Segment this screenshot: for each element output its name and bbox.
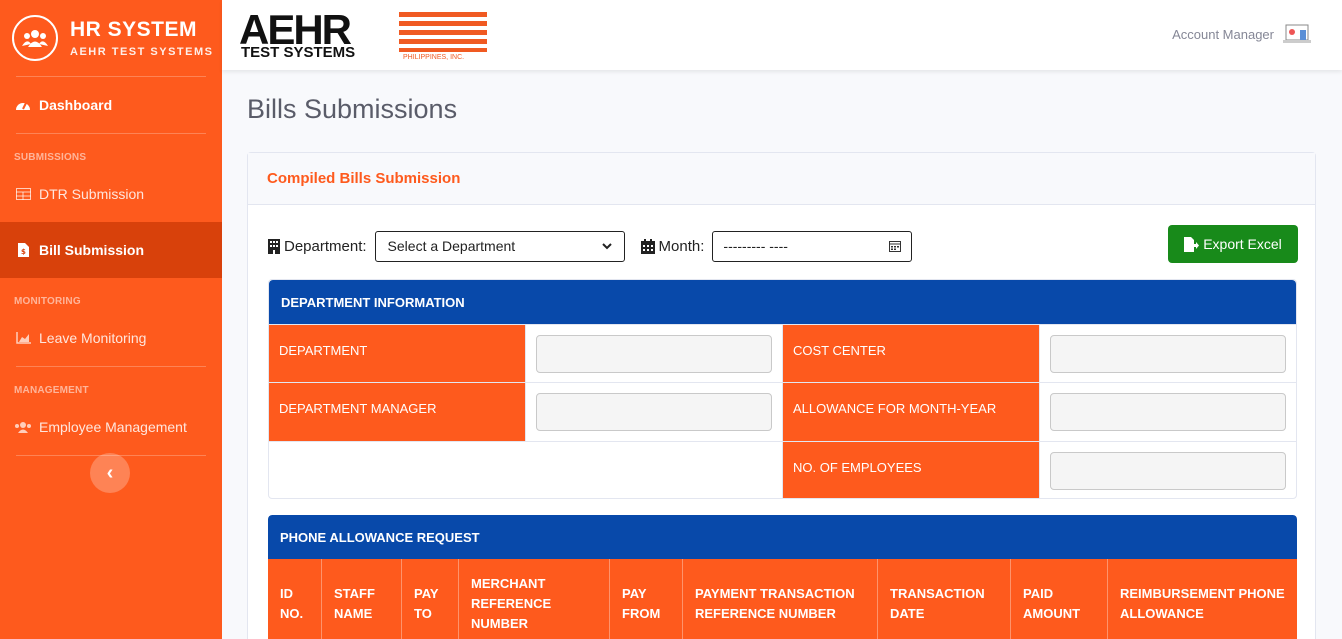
svg-text:PHILIPPINES, INC.: PHILIPPINES, INC.	[403, 54, 464, 61]
department-field[interactable]	[536, 335, 772, 373]
building-icon	[268, 238, 280, 254]
sidebar-item-label: DTR Submission	[39, 186, 145, 202]
department-info-table: DEPARTMENT INFORMATION DEPARTMENT COST C…	[268, 279, 1297, 499]
brand-subtitle: AEHR TEST SYSTEMS	[70, 46, 214, 58]
employees-label: NO. OF EMPLOYEES	[783, 441, 1040, 498]
month-filter-label: Month:	[640, 237, 705, 255]
chevron-left-icon: ‹	[106, 462, 114, 484]
brand-title: HR SYSTEM	[70, 18, 198, 41]
department-select-value: Select a Department	[387, 238, 516, 254]
sidebar-item-employee[interactable]: Employee Management	[0, 399, 222, 455]
account-avatar-icon	[1282, 22, 1312, 46]
sidebar-item-label: Leave Monitoring	[39, 330, 147, 346]
sidebar-item-label: Dashboard	[39, 97, 113, 113]
company-logo[interactable]: AEHR TEST SYSTEMS PHILIPPINES, INC.	[239, 6, 489, 62]
account-menu[interactable]: Account Manager	[1172, 22, 1312, 46]
export-excel-button[interactable]: Export Excel	[1168, 225, 1298, 263]
sidebar-toggle-button[interactable]: ‹	[90, 453, 130, 493]
column-header[interactable]: PAY TO	[402, 559, 459, 639]
calendar-picker-icon[interactable]	[889, 240, 902, 252]
file-invoice-icon: $	[14, 241, 32, 259]
users-icon	[12, 15, 58, 61]
department-manager-field-cell	[526, 382, 783, 441]
topbar: AEHR TEST SYSTEMS PHILIPPINES, INC. Acco…	[222, 0, 1342, 70]
sidebar-brand[interactable]: HR SYSTEM AEHR TEST SYSTEMS	[0, 0, 222, 76]
department-field-cell	[526, 324, 783, 382]
column-header[interactable]: MERCHANT REFERENCE NUMBER	[459, 559, 610, 639]
export-excel-label: Export Excel	[1203, 236, 1282, 252]
sidebar-heading-management: MANAGEMENT	[14, 385, 89, 396]
svg-text:TEST SYSTEMS: TEST SYSTEMS	[241, 44, 355, 61]
sidebar-item-dashboard[interactable]: Dashboard	[0, 77, 222, 133]
chart-area-icon	[14, 329, 32, 347]
svg-text:$: $	[21, 248, 26, 256]
bills-card: Compiled Bills Submission Department: Se…	[247, 152, 1316, 639]
chevron-down-icon	[601, 242, 612, 249]
allowance-label: ALLOWANCE FOR MONTH-YEAR	[783, 382, 1040, 441]
users-cog-icon	[14, 418, 32, 436]
cost-center-field-cell	[1040, 324, 1296, 382]
column-header[interactable]: STAFF NAME	[322, 559, 402, 639]
department-select[interactable]: Select a Department	[374, 230, 625, 262]
month-input-value: --------- ----	[723, 238, 788, 254]
sidebar-heading-submissions: SUBMISSIONS	[14, 152, 87, 163]
month-label-text: Month:	[658, 237, 705, 255]
department-filter-label: Department:	[268, 238, 367, 255]
phone-allowance-header: PHONE ALLOWANCE REQUEST	[268, 515, 1297, 559]
phone-allowance-table: PHONE ALLOWANCE REQUEST ID NO. STAFF NAME …	[268, 515, 1297, 639]
file-export-icon	[1184, 236, 1200, 252]
column-header[interactable]: PAY FROM	[610, 559, 683, 639]
column-header[interactable]: TRANSACTION DATE	[878, 559, 1011, 639]
page-title: Bills Submissions	[247, 94, 458, 124]
department-manager-field[interactable]	[536, 393, 772, 431]
department-manager-label: DEPARTMENT MANAGER	[269, 382, 526, 441]
department-info-header: DEPARTMENT INFORMATION	[269, 280, 1296, 324]
sidebar-item-dtr[interactable]: DTR Submission	[0, 166, 222, 222]
month-input[interactable]: --------- ----	[712, 230, 913, 262]
gauge-icon	[14, 96, 32, 114]
column-header[interactable]: REIMBURSEMENT PHONE ALLOWANCE	[1108, 559, 1297, 639]
calendar-icon	[640, 238, 655, 254]
filter-bar: Department: Select a Department Month: -…	[268, 225, 1298, 263]
allowance-field-cell	[1040, 382, 1296, 441]
cost-center-label: COST CENTER	[783, 324, 1040, 382]
employees-field[interactable]	[1050, 452, 1286, 490]
employees-field-cell	[1040, 441, 1296, 498]
sidebar-heading-monitoring: MONITORING	[14, 296, 81, 307]
table-icon	[14, 185, 32, 203]
column-header[interactable]: PAYMENT TRANSACTION REFERENCE NUMBER	[683, 559, 878, 639]
sidebar-item-bill[interactable]: $ Bill Submission	[0, 222, 222, 278]
phone-table-header-row: ID NO. STAFF NAME PAY TO MERCHANT REFERENCE N…	[268, 559, 1297, 639]
sidebar-item-label: Employee Management	[39, 419, 187, 435]
sidebar-item-label: Bill Submission	[39, 242, 145, 258]
department-label: DEPARTMENT	[269, 324, 526, 382]
column-header[interactable]: ID NO.	[268, 559, 322, 639]
cost-center-field[interactable]	[1050, 335, 1286, 373]
account-label: Account Manager	[1172, 26, 1274, 42]
department-label-text: Department:	[284, 237, 367, 255]
empty-cell	[269, 441, 783, 498]
column-header[interactable]: PAID AMOUNT	[1011, 559, 1108, 639]
card-title: Compiled Bills Submission	[248, 153, 1315, 205]
allowance-field[interactable]	[1050, 393, 1286, 431]
sidebar: HR SYSTEM AEHR TEST SYSTEMS Dashboard SU…	[0, 0, 222, 639]
sidebar-item-leave[interactable]: Leave Monitoring	[0, 310, 222, 366]
